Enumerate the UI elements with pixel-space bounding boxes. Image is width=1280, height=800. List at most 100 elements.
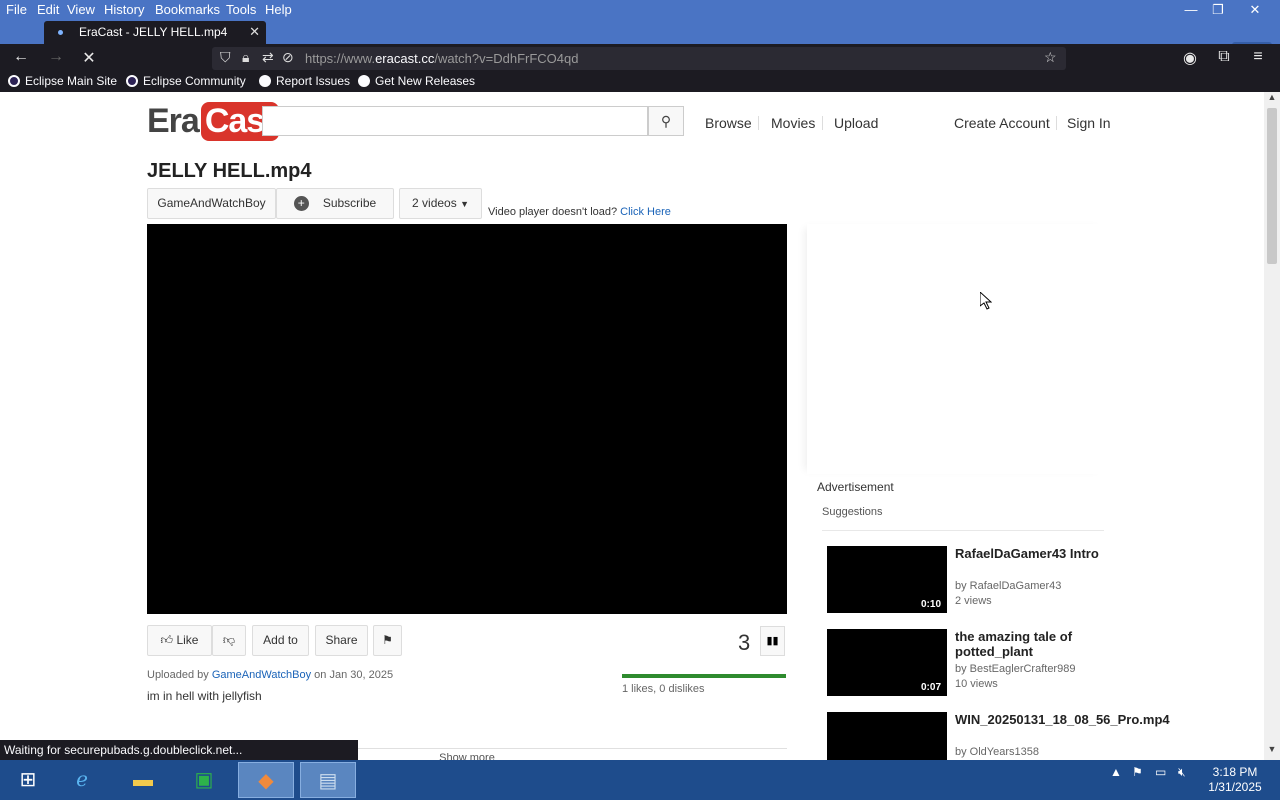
url-text[interactable]: https://www.eracast.cc/watch?v=DdhFrFCO4… [305, 51, 578, 66]
suggestion-title[interactable]: RafaelDaGamer43 Intro [955, 546, 1105, 561]
subscribe-button[interactable]: + Subscribe [276, 188, 394, 219]
suggestion-by: by RafaelDaGamer43 [955, 580, 1062, 592]
nav-upload[interactable]: Upload [834, 115, 878, 131]
nav-divider [822, 116, 823, 130]
tab-loading-icon [58, 30, 63, 35]
bookmark-eclipse-community[interactable]: Eclipse Community [126, 74, 246, 88]
internet-explorer-icon[interactable]: ℯ [54, 762, 110, 798]
videos-dropdown[interactable]: 2 videos ▼ [399, 188, 482, 219]
nav-divider [758, 116, 759, 130]
ad-slot [807, 224, 1107, 474]
volume-muted-icon[interactable]: 🔇︎ [1178, 765, 1186, 780]
network-icon[interactable]: ▭ [1155, 765, 1166, 779]
close-window-button[interactable]: ✕ [1240, 0, 1270, 20]
suggestion-item[interactable]: 0:07 the amazing tale of potted_plant by… [827, 629, 1107, 699]
nav-movies[interactable]: Movies [771, 115, 815, 131]
search-button[interactable]: ⚲ [648, 106, 684, 136]
stop-icon[interactable]: ✕ [78, 48, 100, 68]
browser-taskbar-icon[interactable]: ◆ [238, 762, 294, 798]
menu-edit[interactable]: Edit [37, 2, 59, 17]
suggestion-views: 10 views [955, 678, 998, 690]
flag-button[interactable]: ⚑ [373, 625, 402, 656]
forward-icon[interactable]: → [45, 48, 67, 66]
clock[interactable]: 3:18 PM 1/31/2025 [1200, 765, 1270, 795]
windows-logo-icon: ⊞ [19, 769, 37, 791]
mouse-cursor-icon [980, 292, 992, 310]
plus-circle-icon: + [293, 196, 309, 211]
bookmark-eclipse-main[interactable]: Eclipse Main Site [8, 74, 117, 88]
url-bar[interactable]: ⛉ 🔒︎ ⇄ ⊘ https://www.eracast.cc/watch?v=… [212, 47, 1066, 70]
menu-tools[interactable]: Tools [226, 2, 256, 17]
menu-help[interactable]: Help [265, 2, 292, 17]
tray-overflow-icon[interactable]: ▲ [1110, 765, 1122, 779]
file-explorer-icon[interactable]: ▬ [115, 762, 171, 798]
menu-history[interactable]: History [104, 2, 144, 17]
share-button[interactable]: Share [315, 625, 368, 656]
eclipse-icon [126, 75, 138, 87]
uploader-link[interactable]: GameAndWatchBoy [212, 669, 311, 681]
create-account-link[interactable]: Create Account [954, 115, 1050, 131]
start-button[interactable]: ⊞ [0, 762, 56, 798]
minimize-button[interactable]: — [1176, 0, 1206, 20]
scroll-down-icon[interactable]: ▼ [1264, 744, 1280, 760]
suggestion-title[interactable]: WIN_20250131_18_08_56_Pro.mp4 [955, 712, 1170, 727]
nav-divider [1056, 116, 1057, 130]
remote-desktop-icon[interactable]: ▤ [300, 762, 356, 798]
uploaded-info: Uploaded by GameAndWatchBoy on Jan 30, 2… [147, 669, 394, 681]
page-scrollbar[interactable]: ▲ ▼ [1264, 92, 1280, 760]
thumbs-up-icon: 👍︎ [160, 633, 174, 647]
back-icon[interactable]: ← [10, 48, 32, 66]
bookmark-report-issues[interactable]: Report Issues [259, 74, 350, 88]
video-thumbnail[interactable]: 0:10 [827, 546, 947, 613]
tab-close-icon[interactable]: ✕ [249, 24, 260, 40]
lock-icon[interactable]: 🔒︎ [242, 49, 249, 66]
menu-file[interactable]: File [6, 2, 27, 17]
menu-icon[interactable]: ≡ [1247, 48, 1269, 66]
video-thumbnail[interactable] [827, 712, 947, 760]
permissions-icon[interactable]: ⇄ [262, 49, 274, 66]
sign-in-link[interactable]: Sign In [1067, 115, 1111, 131]
restore-button[interactable]: ❐ [1203, 0, 1233, 20]
like-label: Like [176, 633, 199, 647]
dislike-button[interactable]: 👎︎ [212, 625, 246, 656]
extensions-icon[interactable]: ⧉ [1213, 48, 1235, 66]
stats-button[interactable]: ▮▮ [760, 626, 785, 656]
add-to-button[interactable]: Add to [252, 625, 309, 656]
suggestion-item[interactable]: WIN_20250131_18_08_56_Pro.mp4 by OldYear… [827, 712, 1170, 760]
eracast-logo[interactable]: Era Cast [147, 102, 279, 142]
suggestions-heading: Suggestions [822, 506, 883, 518]
flag-tray-icon[interactable]: ⚑ [1132, 765, 1143, 779]
suggestion-title[interactable]: the amazing tale of potted_plant [955, 629, 1105, 659]
video-description: im in hell with jellyfish [147, 689, 262, 703]
search-input[interactable] [262, 106, 648, 136]
caret-down-icon: ▼ [460, 199, 469, 209]
suggestion-by: by OldYears1358 [955, 746, 1039, 758]
page-content: Era Cast ⚲ Browse Movies Upload Create Ac… [0, 92, 1264, 760]
video-player[interactable] [147, 224, 787, 614]
click-here-link[interactable]: Click Here [620, 206, 671, 218]
video-title: JELLY HELL.mp4 [147, 160, 312, 182]
eclipse-icon [8, 75, 20, 87]
video-thumbnail[interactable]: 0:07 [827, 629, 947, 696]
autoplay-blocked-icon[interactable]: ⊘ [282, 49, 294, 66]
tab-active[interactable]: EraCast - JELLY HELL.mp4 ✕ [44, 21, 266, 44]
suggestion-item[interactable]: 0:10 RafaelDaGamer43 Intro by RafaelDaGa… [827, 546, 1107, 616]
bookmark-star-icon[interactable]: ☆ [1044, 49, 1057, 66]
channel-button[interactable]: GameAndWatchBoy [147, 188, 276, 219]
bookmark-get-new-releases[interactable]: Get New Releases [358, 74, 475, 88]
menu-bar: File Edit View History Bookmarks Tools H… [0, 0, 1280, 20]
divider [822, 530, 1104, 531]
tab-title: EraCast - JELLY HELL.mp4 [79, 25, 228, 39]
player-note: Video player doesn't load? Click Here [488, 206, 671, 218]
menu-bookmarks[interactable]: Bookmarks [155, 2, 220, 17]
store-icon[interactable]: ▣ [176, 762, 232, 798]
clock-time: 3:18 PM [1212, 765, 1258, 779]
menu-view[interactable]: View [67, 2, 95, 17]
account-icon[interactable]: ◉ [1179, 48, 1201, 68]
like-button[interactable]: 👍︎ Like [147, 625, 212, 656]
scroll-thumb[interactable] [1267, 108, 1277, 264]
scroll-up-icon[interactable]: ▲ [1264, 92, 1280, 108]
shield-icon[interactable]: ⛉ [220, 49, 231, 66]
status-bar: Waiting for securepubads.g.doubleclick.n… [0, 740, 358, 760]
nav-browse[interactable]: Browse [705, 115, 752, 131]
